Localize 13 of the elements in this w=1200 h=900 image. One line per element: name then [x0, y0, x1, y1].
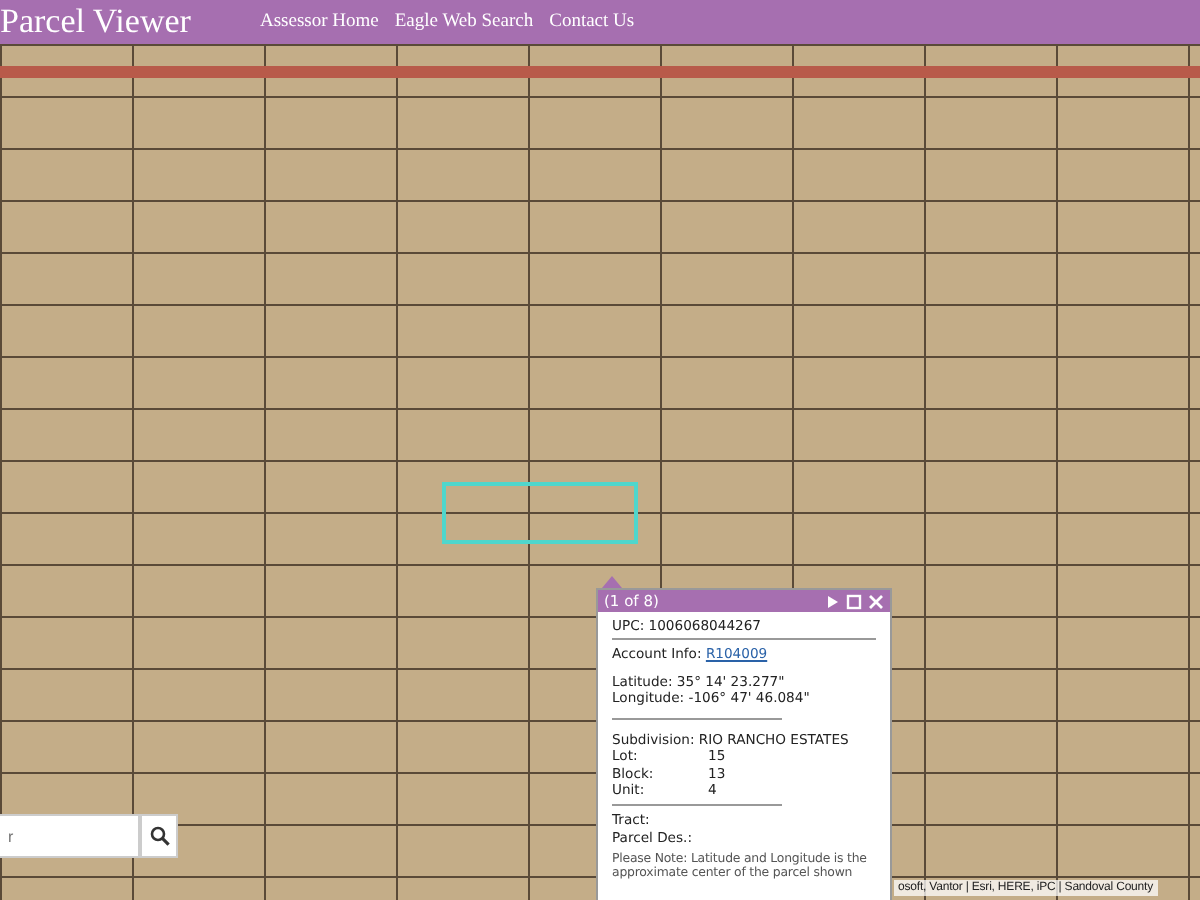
maximize-button[interactable] [846, 593, 862, 609]
search-field[interactable]: r [0, 814, 140, 858]
nav-link[interactable]: Contact Us [549, 12, 635, 32]
app-title: Parcel Viewer [0, 2, 193, 42]
close-icon [868, 593, 884, 609]
next-button[interactable] [824, 593, 840, 609]
close-button[interactable] [868, 593, 884, 609]
nav-link[interactable]: Eagle Web Search [394, 12, 534, 32]
search-icon [149, 826, 169, 846]
nav-link[interactable]: Assessor Home [260, 12, 379, 32]
play-icon [824, 593, 840, 609]
maximize-icon [846, 593, 862, 609]
search-button[interactable] [140, 814, 178, 858]
